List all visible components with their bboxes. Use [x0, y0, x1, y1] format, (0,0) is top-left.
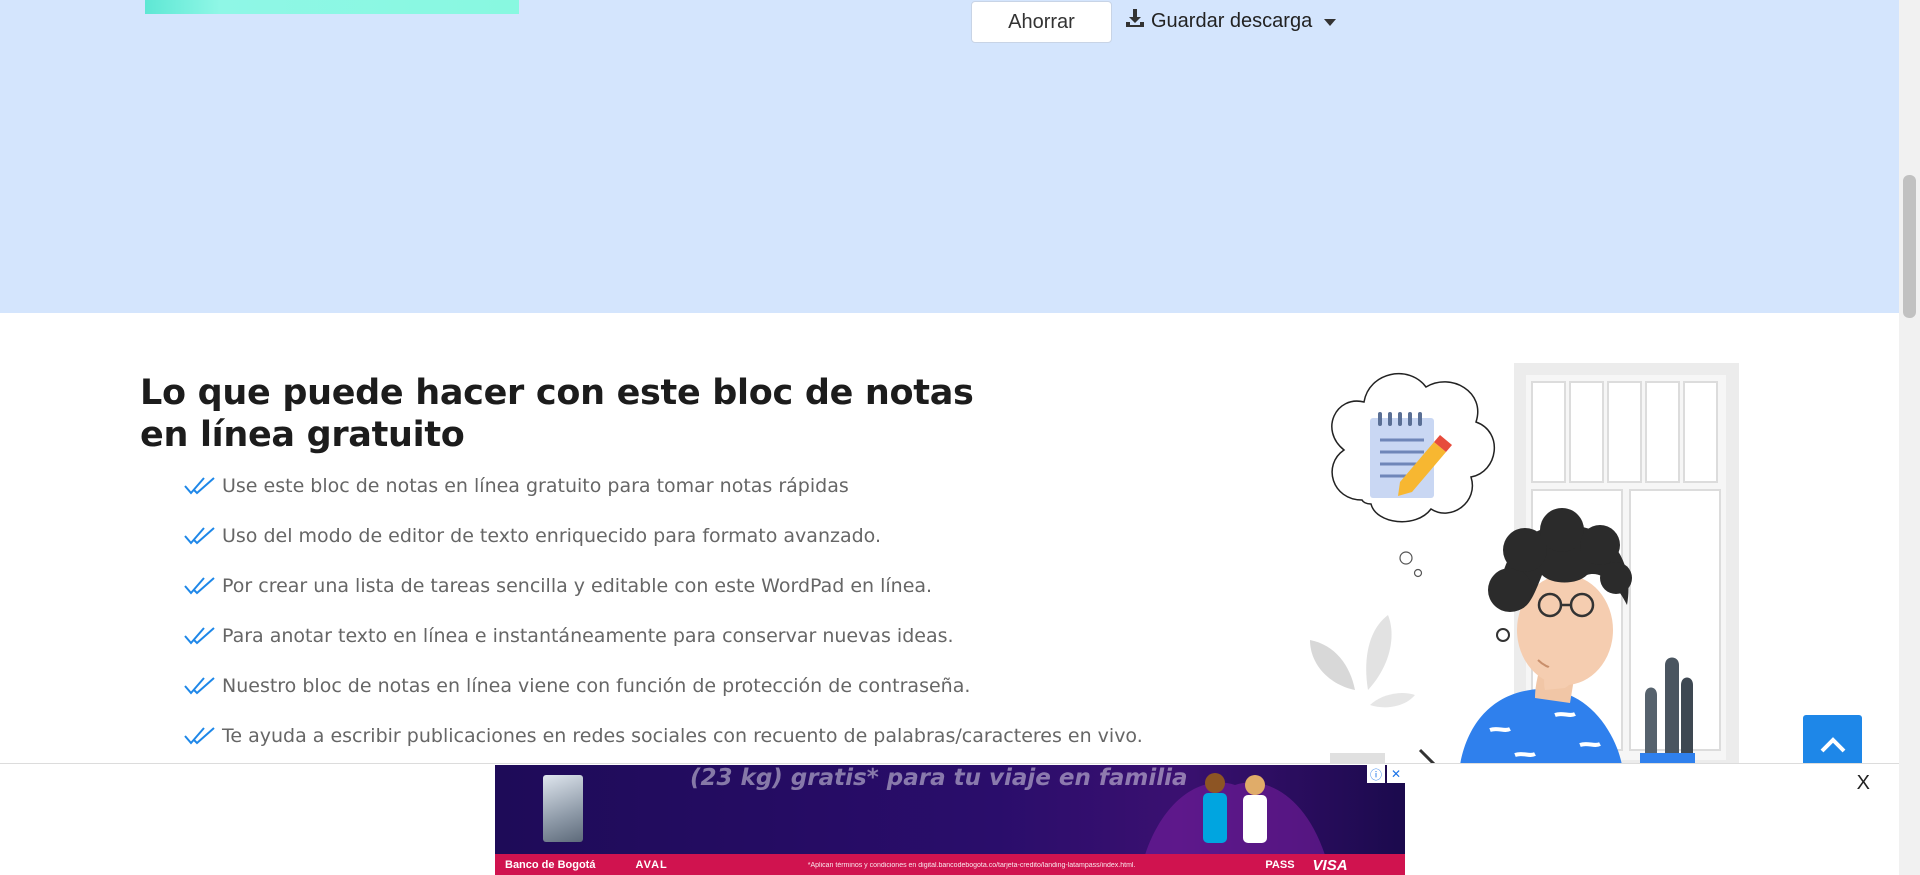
feature-item: Por crear una lista de tareas sencilla y…: [184, 561, 1143, 611]
info-icon[interactable]: ⓘ: [1367, 765, 1385, 783]
double-check-icon: [184, 477, 215, 495]
double-check-icon: [184, 677, 215, 695]
close-icon[interactable]: ✕: [1387, 765, 1405, 783]
ad-footer: Banco de Bogotá AVAL *Aplican términos y…: [495, 854, 1405, 875]
feature-text: Use este bloc de notas en línea gratuito…: [222, 475, 849, 497]
hero-section: Ahorrar Guardar descarga: [0, 0, 1899, 313]
ad-latam-pass: PASS: [1265, 859, 1295, 871]
double-check-icon: [184, 727, 215, 745]
feature-item: Nuestro bloc de notas en línea viene con…: [184, 661, 1143, 711]
chevron-up-icon: [1820, 736, 1845, 752]
feature-text: Para anotar texto en línea e instantánea…: [222, 625, 954, 647]
ad-terms: *Aplican términos y condiciones en digit…: [807, 861, 1136, 869]
feature-item: Use este bloc de notas en línea gratuito…: [184, 461, 1143, 511]
ad-headline: (23 kg) gratis* para tu viaje en familia: [690, 765, 1188, 791]
ad-people-image: [1145, 773, 1325, 855]
ad-close-button[interactable]: X: [1857, 772, 1870, 795]
double-check-icon: [184, 527, 215, 545]
chevron-down-icon: [1324, 18, 1337, 26]
ad-bank-name: Banco de Bogotá: [505, 859, 596, 871]
double-check-icon: [184, 577, 215, 595]
feature-text: Nuestro bloc de notas en línea viene con…: [222, 675, 971, 697]
ad-card-brand: VISA: [1312, 856, 1348, 874]
save-button[interactable]: Ahorrar: [971, 1, 1112, 43]
features-title: Lo que puede hacer con este bloc de nota…: [140, 373, 974, 455]
scrollbar-thumb[interactable]: [1903, 175, 1916, 318]
ad-network-name: AVAL: [635, 859, 668, 871]
download-label: Guardar descarga: [1151, 9, 1313, 32]
double-check-icon: [184, 627, 215, 645]
ad-bar: (23 kg) gratis* para tu viaje en familia…: [0, 763, 1899, 875]
thinking-woman-illustration: [1310, 363, 1739, 765]
scrollbar[interactable]: [1899, 0, 1920, 875]
feature-text: Uso del modo de editor de texto enriquec…: [222, 525, 881, 547]
feature-item: Uso del modo de editor de texto enriquec…: [184, 511, 1143, 561]
credit-card-image: [543, 775, 583, 842]
ad-banner[interactable]: (23 kg) gratis* para tu viaje en familia…: [495, 765, 1405, 875]
feature-text: Por crear una lista de tareas sencilla y…: [222, 575, 933, 597]
ad-controls: ⓘ ✕: [1367, 765, 1405, 783]
feature-item: Para anotar texto en línea e instantánea…: [184, 611, 1143, 661]
download-icon: [1125, 8, 1145, 34]
feature-text: Te ayuda a escribir publicaciones en red…: [222, 725, 1143, 747]
feature-item: Te ayuda a escribir publicaciones en red…: [184, 711, 1143, 761]
download-dropdown-button[interactable]: Guardar descarga: [1125, 4, 1337, 38]
feature-list: Use este bloc de notas en línea gratuito…: [184, 461, 1143, 761]
hero-image: [145, 0, 519, 14]
